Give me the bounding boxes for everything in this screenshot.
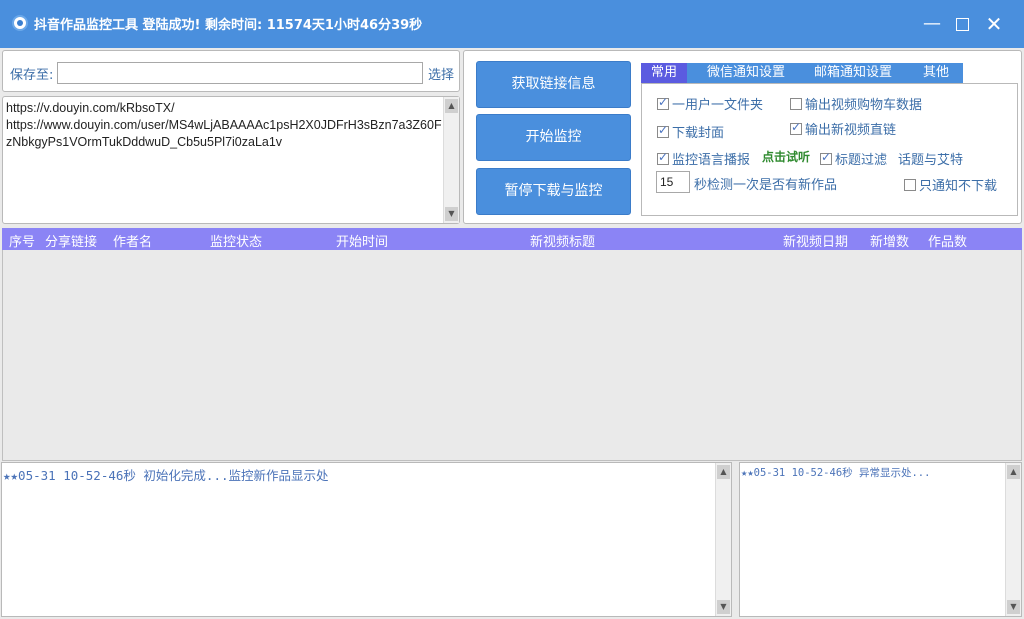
error-log[interactable]: ★★05-31 10-52-46秒 异常显示处... ▲ ▼ (739, 462, 1022, 617)
option-label: 输出视频购物车数据 (805, 98, 923, 113)
checkbox-download-cover[interactable] (657, 123, 669, 138)
fetch-link-info-button[interactable]: 获取链接信息 (476, 61, 631, 108)
error-log-text: ★★05-31 10-52-46秒 异常显示处... (741, 467, 931, 479)
checkbox-notify-only[interactable] (904, 179, 916, 191)
topic-and-mention-link[interactable]: 话题与艾特 (898, 149, 963, 168)
option-label: 只通知不下载 (919, 179, 998, 194)
main-area: 保存至: 选择 https://v.douyin.com/kRbsoTX/ ht… (0, 48, 1024, 619)
monitor-table-header: 序号 分享链接 作者名 监控状态 开始时间 新视频标题 新视频日期 新增数 作品… (2, 228, 1022, 250)
scroll-down-icon[interactable]: ▼ (1007, 600, 1020, 614)
column-header-author[interactable]: 作者名 (113, 231, 152, 250)
column-header-new-count[interactable]: 新增数 (870, 231, 909, 250)
option-cart-data[interactable]: 输出视频购物车数据 (790, 94, 922, 113)
checkbox-one-folder[interactable] (657, 95, 669, 110)
checkbox-voice[interactable] (657, 150, 669, 165)
window-title: 抖音作品监控工具 登陆成功! 剩余时间: 11574天1小时46分39秒 (34, 18, 423, 33)
common-settings: 一用户一文件夹 输出视频购物车数据 下载封面 输出新视频直链 监控语言播报 点击… (641, 83, 1018, 216)
title-bar: 抖音作品监控工具 登陆成功! 剩余时间: 11574天1小时46分39秒 — ✕ (0, 0, 1024, 48)
checkbox-direct-link[interactable] (790, 120, 802, 135)
maximize-button[interactable] (948, 10, 976, 38)
scroll-up-icon[interactable]: ▲ (1007, 465, 1020, 479)
option-label: 输出新视频直链 (805, 123, 897, 138)
maximize-icon (955, 17, 969, 31)
scroll-up-icon[interactable]: ▲ (445, 99, 458, 113)
tab-wechat-notify[interactable]: 微信通知设置 (696, 63, 796, 83)
url-list-panel[interactable]: https://v.douyin.com/kRbsoTX/ https://ww… (2, 96, 460, 224)
trial-listen-link[interactable]: 点击试听 (762, 148, 810, 165)
scroll-down-icon[interactable]: ▼ (445, 207, 458, 221)
option-label: 监控语言播报 (672, 153, 751, 168)
option-title-filter[interactable]: 标题过滤 (820, 149, 887, 168)
save-path-label: 保存至: (10, 68, 54, 83)
tab-common[interactable]: 常用 (641, 63, 687, 83)
option-voice-broadcast[interactable]: 监控语言播报 (657, 149, 750, 168)
option-label: 下载封面 (672, 126, 725, 141)
minimize-button[interactable]: — (918, 10, 946, 38)
new-works-log[interactable]: ★★05-31 10-52-46秒 初始化完成...监控新作品显示处 ▲ ▼ (1, 462, 732, 617)
checkbox-cart-data[interactable] (790, 98, 802, 110)
column-header-start-time[interactable]: 开始时间 (336, 231, 388, 250)
interval-label: 秒检测一次是否有新作品 (694, 178, 838, 193)
settings-tabs: 常用 微信通知设置 邮箱通知设置 其他 (641, 63, 963, 83)
column-header-index[interactable]: 序号 (9, 231, 35, 250)
url-list-text[interactable]: https://v.douyin.com/kRbsoTX/ https://ww… (6, 100, 444, 151)
tab-email-notify[interactable]: 邮箱通知设置 (801, 63, 905, 83)
column-header-new-date[interactable]: 新视频日期 (783, 231, 848, 250)
save-path-panel: 保存至: 选择 (2, 50, 460, 92)
save-path-input[interactable] (57, 62, 423, 84)
monitor-table-body[interactable] (2, 250, 1022, 461)
app-logo-icon (12, 15, 28, 31)
close-button[interactable]: ✕ (980, 10, 1008, 38)
column-header-work-count[interactable]: 作品数 (928, 231, 967, 250)
option-label: 标题过滤 (835, 153, 888, 168)
new-works-log-text: ★★05-31 10-52-46秒 初始化完成...监控新作品显示处 (3, 468, 329, 483)
column-header-status[interactable]: 监控状态 (210, 231, 262, 250)
log-scrollbar[interactable]: ▲ ▼ (715, 463, 731, 616)
start-monitor-button[interactable]: 开始监控 (476, 114, 631, 161)
column-header-share-link[interactable]: 分享链接 (45, 231, 97, 250)
option-label: 一用户一文件夹 (672, 98, 764, 113)
option-one-folder-per-user[interactable]: 一用户一文件夹 (657, 94, 763, 113)
scroll-down-icon[interactable]: ▼ (717, 600, 730, 614)
interval-seconds-input[interactable]: 15 (656, 171, 690, 193)
tab-other[interactable]: 其他 (911, 63, 961, 83)
checkbox-title-filter[interactable] (820, 150, 832, 165)
error-log-scrollbar[interactable]: ▲ ▼ (1005, 463, 1021, 616)
control-panel: 获取链接信息 开始监控 暂停下载与监控 常用 微信通知设置 邮箱通知设置 其他 … (463, 50, 1022, 224)
column-header-new-title[interactable]: 新视频标题 (530, 231, 595, 250)
scroll-up-icon[interactable]: ▲ (717, 465, 730, 479)
url-list-scrollbar[interactable]: ▲ ▼ (443, 97, 459, 223)
choose-folder-link[interactable]: 选择 (428, 64, 454, 83)
option-direct-link[interactable]: 输出新视频直链 (790, 119, 896, 138)
pause-download-monitor-button[interactable]: 暂停下载与监控 (476, 168, 631, 215)
option-notify-only[interactable]: 只通知不下载 (904, 175, 997, 194)
option-download-cover[interactable]: 下载封面 (657, 122, 724, 141)
